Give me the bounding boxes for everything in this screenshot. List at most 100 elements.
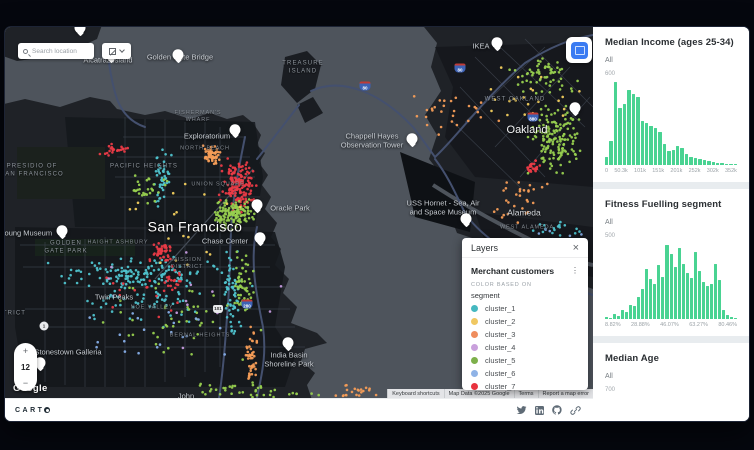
zoom-in-button[interactable]: +	[23, 346, 28, 356]
github-icon[interactable]	[552, 405, 562, 415]
cluster-label: cluster_6	[485, 369, 515, 378]
layers-panel-body: Merchant customers ⋮ COLOR BASED ON segm…	[462, 258, 588, 397]
histogram-bar	[609, 141, 612, 165]
map-pin-marker[interactable]	[75, 27, 86, 33]
search-icon	[23, 49, 28, 54]
tick-label: 352k	[725, 168, 737, 174]
histogram-bar	[694, 158, 697, 165]
widgets-panel-toggle-button[interactable]	[566, 37, 592, 63]
map-pin-marker[interactable]	[230, 124, 241, 135]
histogram-bar	[641, 121, 644, 165]
x-axis-ticks: 050.3k101k151k201k252k302k352k	[605, 168, 737, 174]
histogram-bar	[686, 273, 689, 319]
kebab-menu-icon[interactable]: ⋮	[571, 266, 579, 275]
widget-title: Median Income (ages 25-34)	[605, 37, 737, 48]
cluster-legend: cluster_1cluster_2cluster_3 cluster_4clus…	[471, 302, 579, 393]
cluster-legend-row: cluster_1	[471, 302, 579, 315]
histogram-bar	[645, 123, 648, 165]
histogram-bar	[720, 163, 723, 165]
histogram-bar	[627, 90, 630, 165]
map-canvas[interactable]: San FranciscoOaklandAlamedaGolden Gate B…	[5, 27, 593, 398]
cluster-color-swatch	[471, 305, 478, 312]
y-axis-max: 700	[605, 387, 737, 393]
histogram-bar	[605, 157, 608, 165]
histogram-bar	[734, 318, 737, 319]
footer-bar: CART	[5, 398, 593, 421]
map-pin-marker[interactable]	[492, 37, 503, 48]
histogram-bar	[661, 277, 664, 319]
y-axis-max: 500	[605, 233, 737, 239]
link-icon[interactable]	[570, 406, 581, 415]
histogram-bar	[641, 289, 644, 319]
close-icon[interactable]: ×	[573, 243, 579, 253]
widget-title: Median Age	[605, 353, 737, 364]
histogram-bar	[729, 164, 732, 165]
tick-label: 252k	[689, 168, 701, 174]
histogram-bar	[672, 150, 675, 165]
histogram-bar	[703, 160, 706, 165]
histogram-bar	[690, 278, 693, 319]
tick-label: 46.07%	[660, 322, 679, 328]
cluster-color-swatch	[471, 370, 478, 377]
tick-label: 0	[605, 168, 608, 174]
zoom-control: + 12 −	[14, 343, 37, 391]
widgets-sidebar: Median Income (ages 25-34) All 600 050.3…	[593, 27, 749, 421]
histogram-bar	[605, 317, 608, 319]
histogram-bar	[625, 312, 628, 319]
cluster-legend-row: cluster_3	[471, 328, 579, 341]
histogram-bar	[614, 82, 617, 165]
widget-fitness-fuelling: Fitness Fuelling segment All 500 8.82%28…	[593, 189, 749, 336]
tick-label: 151k	[652, 168, 664, 174]
histogram-bar	[663, 144, 666, 166]
draw-polygon-button[interactable]	[102, 43, 131, 59]
map-pin-marker[interactable]	[407, 133, 418, 144]
cluster-color-swatch	[471, 331, 478, 338]
layer-name: Merchant customers	[471, 266, 554, 276]
carto-logo[interactable]: CART	[15, 407, 50, 414]
cluster-color-swatch	[471, 318, 478, 325]
map-column: San FranciscoOaklandAlamedaGolden Gate B…	[5, 27, 593, 421]
histogram-bar	[665, 245, 668, 319]
cluster-label: cluster_7	[485, 382, 515, 391]
layers-panel-title: Layers	[471, 243, 498, 253]
linkedin-icon[interactable]	[535, 406, 544, 415]
twitter-icon[interactable]	[516, 406, 527, 415]
tick-label: 302k	[707, 168, 719, 174]
search-input[interactable]	[32, 48, 89, 55]
map-pin-marker[interactable]	[252, 199, 263, 210]
histogram-bar	[617, 316, 620, 319]
histogram-bar	[685, 154, 688, 165]
map-pin-marker[interactable]	[173, 49, 184, 60]
histogram-bar	[674, 267, 677, 319]
histogram-bar	[707, 161, 710, 165]
map-pin-marker[interactable]	[283, 337, 294, 348]
histogram-bar	[657, 265, 660, 319]
layers-panel-header: Layers ×	[462, 238, 588, 258]
cluster-label: cluster_4	[485, 343, 515, 352]
histogram[interactable]	[605, 241, 737, 319]
cluster-legend-row: cluster_6	[471, 367, 579, 380]
cluster-color-swatch	[471, 357, 478, 364]
map-pin-marker[interactable]	[461, 213, 472, 224]
carto-logo-o	[44, 407, 50, 413]
polygon-tool-icon	[109, 48, 116, 55]
cluster-legend-row: cluster_2	[471, 315, 579, 328]
histogram-bar	[618, 108, 621, 165]
histogram-bar	[694, 252, 697, 319]
histogram-bar	[670, 254, 673, 319]
zoom-out-button[interactable]: −	[23, 378, 28, 388]
histogram[interactable]	[605, 79, 737, 165]
widget-filter: All	[605, 373, 737, 380]
histogram-bar	[680, 148, 683, 165]
screenshot-frame: San FranciscoOaklandAlamedaGolden Gate B…	[0, 0, 754, 450]
layer-row: Merchant customers ⋮	[471, 264, 579, 277]
attribution-link[interactable]: Keyboard shortcuts	[387, 389, 443, 398]
map-pin-marker[interactable]	[570, 102, 581, 113]
tick-label: 101k	[634, 168, 646, 174]
map-pin-marker[interactable]	[57, 225, 68, 236]
widget-filter: All	[605, 57, 737, 64]
chevron-down-icon	[119, 47, 125, 53]
tick-label: 50.3k	[614, 168, 627, 174]
search-bar[interactable]	[18, 43, 94, 59]
map-pin-marker[interactable]	[255, 232, 266, 243]
